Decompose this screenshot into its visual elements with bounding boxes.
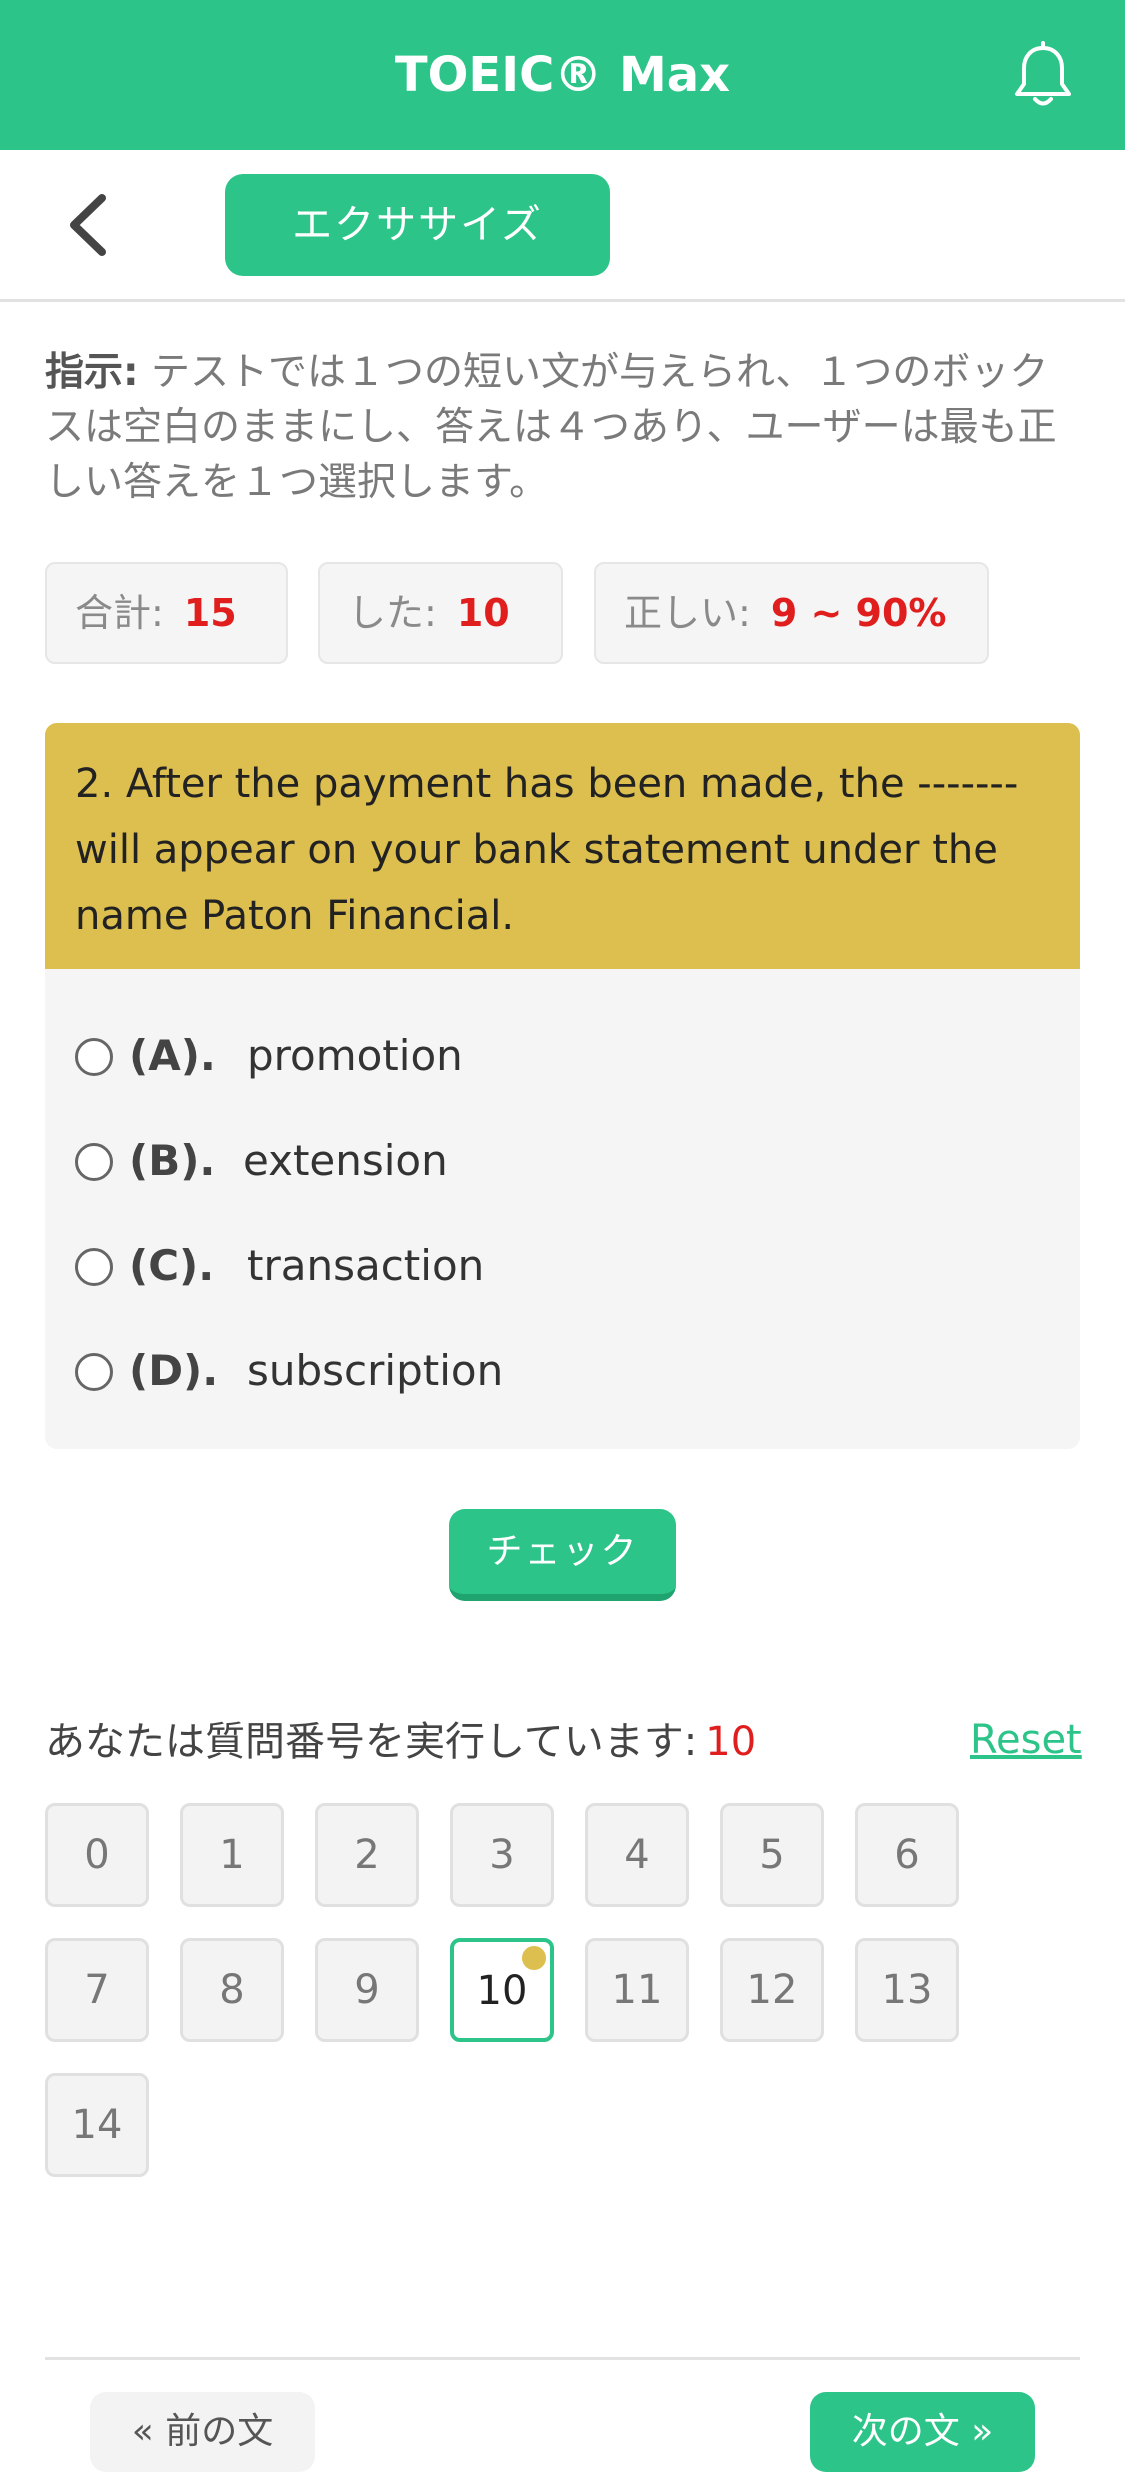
option-c[interactable]: (C). transaction [75,1231,1055,1301]
stat-done: した: 10 [318,562,563,664]
question-nav-button[interactable]: 2 [315,1803,419,1907]
question-nav-button[interactable]: 7 [45,1938,149,2042]
bell-icon[interactable] [1005,38,1081,114]
question-text: 2. After the payment has been made, the … [45,723,1080,969]
question-nav-button[interactable]: 0 [45,1803,149,1907]
question-nav-button[interactable]: 6 [855,1803,959,1907]
option-b[interactable]: (B). extension [75,1126,1055,1196]
radio-button[interactable] [75,1038,113,1076]
option-letter: (B). [129,1136,216,1185]
check-button[interactable]: チェック [449,1509,676,1601]
tab-exercise[interactable]: エクササイズ [225,174,610,276]
option-text: promotion [247,1031,463,1080]
question-nav-button[interactable]: 4 [585,1803,689,1907]
option-letter: (A). [129,1031,216,1080]
radio-button[interactable] [75,1353,113,1391]
current-marker-dot [522,1946,546,1970]
stat-correct: 正しい: 9 ~ 90% [594,562,989,664]
question-nav-button[interactable]: 13 [855,1938,959,2042]
radio-button[interactable] [75,1248,113,1286]
question-nav-button[interactable]: 5 [720,1803,824,1907]
next-sentence-button[interactable]: 次の文 » [810,2392,1035,2472]
stat-done-value: 10 [456,591,510,635]
chevron-left-icon[interactable] [58,190,118,260]
stat-correct-value: 9 ~ 90% [770,591,947,635]
question-nav-button[interactable]: 9 [315,1938,419,2042]
options-list: (A). promotion (B). extension (C). trans… [45,969,1080,1449]
question-nav-button[interactable]: 1 [180,1803,284,1907]
instructions-label: 指示: [45,350,139,395]
stat-done-label: した: [348,591,437,635]
question-nav-button[interactable]: 14 [45,2073,149,2177]
stat-total-value: 15 [183,591,237,635]
option-letter: (C). [129,1241,215,1290]
progress-label: あなたは質問番号を実行しています: 10 [45,1712,756,1772]
question-nav-button[interactable]: 12 [720,1938,824,2042]
option-d[interactable]: (D). subscription [75,1336,1055,1406]
option-letter: (D). [129,1346,219,1395]
option-text: subscription [247,1346,504,1395]
instructions-text: テストでは１つの短い文が与えられ、１つのボックスは空白のままにし、答えは４つあり… [45,350,1057,505]
prev-sentence-button[interactable]: « 前の文 [90,2392,315,2472]
stat-correct-label: 正しい: [624,591,751,635]
instructions: 指示: テストでは１つの短い文が与えられ、１つのボックスは空白のままにし、答えは… [45,345,1085,510]
option-text: extension [243,1136,448,1185]
app-header: TOEIC® Max [0,0,1125,150]
app-title: TOEIC® Max [394,47,731,103]
stat-total-label: 合計: [75,591,164,635]
question-nav-button[interactable]: 3 [450,1803,554,1907]
option-text: transaction [247,1241,485,1290]
question-nav-button[interactable]: 8 [180,1938,284,2042]
radio-button[interactable] [75,1143,113,1181]
question-nav-label: 10 [476,1968,528,2014]
stat-total: 合計: 15 [45,562,288,664]
progress-label-text: あなたは質問番号を実行しています: [45,1719,698,1765]
question-nav-button[interactable]: 11 [585,1938,689,2042]
divider [45,2357,1080,2360]
reset-link[interactable]: Reset [970,1710,1082,1770]
option-a[interactable]: (A). promotion [75,1021,1055,1091]
current-question-number: 10 [705,1719,757,1765]
question-nav-button-current[interactable]: 10 [450,1938,554,2042]
sub-header: エクササイズ [0,150,1125,302]
